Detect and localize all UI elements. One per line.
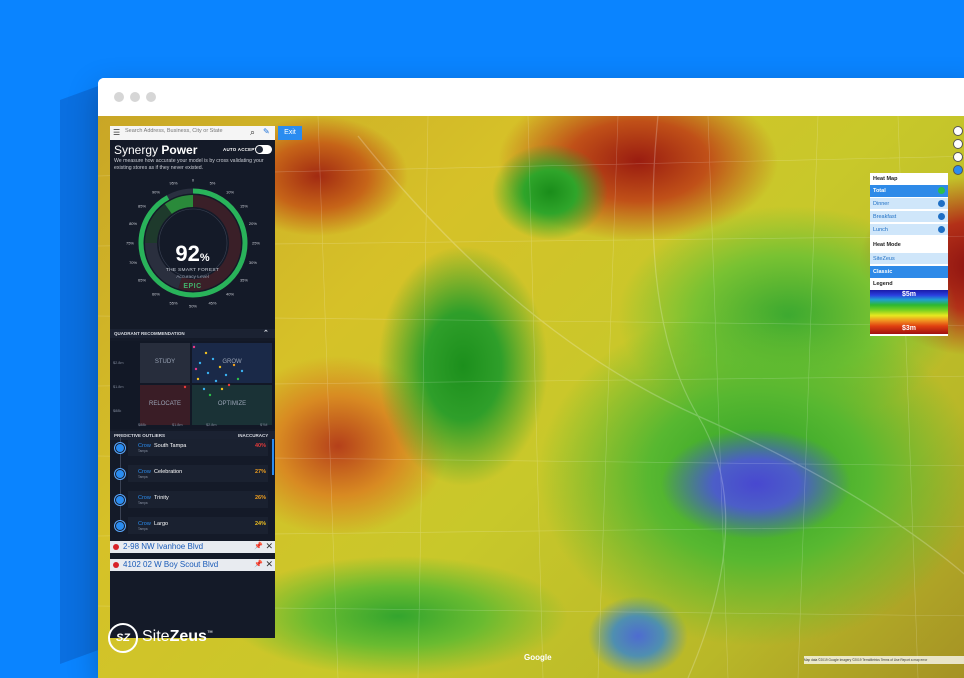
auto-accept-toggle[interactable] (255, 145, 272, 154)
gauge-tick-label: 50% (189, 304, 197, 309)
window-dot-1 (114, 92, 124, 102)
heat-map-option-breakfast[interactable]: Breakfast (870, 211, 948, 223)
outlier-node-icon (115, 469, 125, 479)
outlier-sub: Tampa (138, 501, 148, 505)
window-dot-3 (146, 92, 156, 102)
outlier-percent: 26% (254, 495, 266, 501)
outlier-name: Largo (154, 521, 169, 527)
gauge-tick-label: 0 (192, 178, 195, 183)
outliers-list: Crow South Tampa Tampa 40% Crow Celebrat… (110, 438, 275, 534)
quadrant-points (183, 345, 244, 397)
pin-icon[interactable]: 📌 (254, 542, 263, 550)
legend-top-value: $5m (901, 291, 916, 298)
synergy-description: We measure how accurate your model is by… (114, 158, 264, 171)
synergy-power-title: Synergy Power (114, 143, 198, 157)
quadrant-chart: STUDY GROW RELOCATE OPTIMIZE $2.8m $1.8m… (110, 341, 275, 429)
logo-mark: SZ (108, 623, 138, 653)
close-icon[interactable]: ✕ (265, 559, 273, 570)
clock-icon (938, 226, 945, 233)
outlier-row[interactable]: Crow Celebration Tampa 27% (110, 464, 275, 486)
location-marker-icon (113, 544, 119, 550)
legend-bottom-value: $3m (901, 325, 916, 332)
google-logo: Google (524, 653, 552, 662)
search-icon[interactable]: ⌕ (250, 127, 255, 138)
outlier-sub: Tampa (138, 449, 148, 453)
search-input[interactable]: Search Address, Business, City or State (125, 128, 223, 134)
outlier-percent: 40% (254, 443, 266, 449)
outlier-name: Celebration (154, 469, 183, 475)
legend-color-scale: $5m $3m (870, 290, 948, 334)
outlier-name: South Tampa (154, 443, 187, 449)
accuracy-level-label: Accuracy Level (176, 275, 209, 280)
search-bar[interactable]: ☰ Search Address, Business, City or Stat… (110, 126, 275, 140)
outlier-name: Trinity (154, 495, 169, 501)
locate-icon[interactable] (953, 165, 963, 175)
gauge-tick-label: 45% (208, 300, 216, 305)
auto-accept-label: AUTO ACCEPT (223, 147, 258, 152)
heat-mode-sitezeus[interactable]: SiteZeus (870, 253, 948, 265)
outlier-row[interactable]: Crow Largo Tampa 24% (110, 516, 275, 538)
zoom-in-icon[interactable] (953, 139, 963, 149)
gauge-tick-label: 85% (138, 203, 146, 208)
window-dot-2 (130, 92, 140, 102)
exit-button[interactable]: Exit (278, 126, 302, 140)
heat-map-option-total[interactable]: Total (870, 185, 948, 197)
gauge-tick-label: 10% (226, 190, 234, 195)
accuracy-percent: 92% (175, 241, 210, 266)
pin-icon[interactable]: 📌 (254, 560, 263, 568)
legend-heading: Legend (873, 281, 893, 287)
accuracy-rating: EPIC (183, 283, 202, 290)
gauge-tick-label: 5% (210, 181, 216, 186)
gauge-tick-label: 15% (240, 203, 248, 208)
outlier-row[interactable]: Crow South Tampa Tampa 40% (110, 438, 275, 460)
logo-wordmark: SiteZeus™ (142, 628, 213, 645)
map-attribution[interactable]: Map data ©2019 Google Imagery ©2019 Terr… (804, 656, 964, 664)
heat-map-heading: Heat Map (873, 176, 898, 182)
check-icon (938, 187, 945, 194)
gauge-tick-label: 55% (170, 300, 178, 305)
gauge-tick-label: 20% (249, 221, 257, 226)
outlier-sub: Tampa (138, 475, 148, 479)
map-tools (953, 126, 963, 178)
address-pill[interactable]: 4102 02 W Boy Scout Blvd 📌 ✕ (110, 559, 275, 571)
gauge-tick-label: 95% (170, 181, 178, 186)
heat-mode-heading: Heat Mode (873, 242, 901, 248)
outlier-node-icon (115, 521, 125, 531)
gauge-tick-label: 60% (152, 291, 160, 296)
address-pill[interactable]: 2-98 NW Ivanhoe Blvd 📌 ✕ (110, 541, 275, 553)
location-marker-icon (113, 562, 119, 568)
gauge-tick-label: 80% (129, 221, 137, 226)
heat-map-option-dinner[interactable]: Dinner (870, 198, 948, 210)
collapse-icon[interactable]: ⌃ (263, 329, 269, 337)
close-icon[interactable]: ✕ (265, 541, 273, 552)
address-text: 4102 02 W Boy Scout Blvd (123, 560, 219, 569)
gauge-subtitle: THE SMART FOREST (165, 268, 220, 273)
outlier-row[interactable]: Crow Trinity Tampa 26% (110, 490, 275, 512)
zoom-out-icon[interactable] (953, 152, 963, 162)
magic-wand-icon[interactable]: ✎ (263, 127, 270, 136)
gauge-segment-3 (164, 195, 194, 215)
layers-icon[interactable] (953, 126, 963, 136)
outlier-node-icon (115, 495, 125, 505)
heat-map-legend-panel: Heat Map Total Dinner Breakfast Lunch He… (870, 173, 948, 336)
heat-map-option-lunch[interactable]: Lunch (870, 224, 948, 236)
menu-icon[interactable]: ☰ (113, 129, 121, 137)
outlier-sub: Tampa (138, 527, 148, 531)
browser-window: ☰ Search Address, Business, City or Stat… (98, 78, 964, 678)
quadrant-header[interactable]: QUADRANT RECOMMENDATION ⌃ (110, 329, 275, 338)
outlier-percent: 27% (254, 469, 266, 475)
browser-titlebar (98, 78, 964, 116)
outlier-percent: 24% (254, 521, 266, 527)
clock-icon (938, 213, 945, 220)
heat-mode-classic[interactable]: Classic (870, 266, 948, 278)
quadrant-header-label: QUADRANT RECOMMENDATION (114, 331, 185, 336)
gauge-tick-label: 90% (152, 190, 160, 195)
address-text: 2-98 NW Ivanhoe Blvd (123, 542, 204, 551)
gauge-tick-label: 40% (226, 291, 234, 296)
clock-icon (938, 200, 945, 207)
outlier-node-icon (115, 443, 125, 453)
